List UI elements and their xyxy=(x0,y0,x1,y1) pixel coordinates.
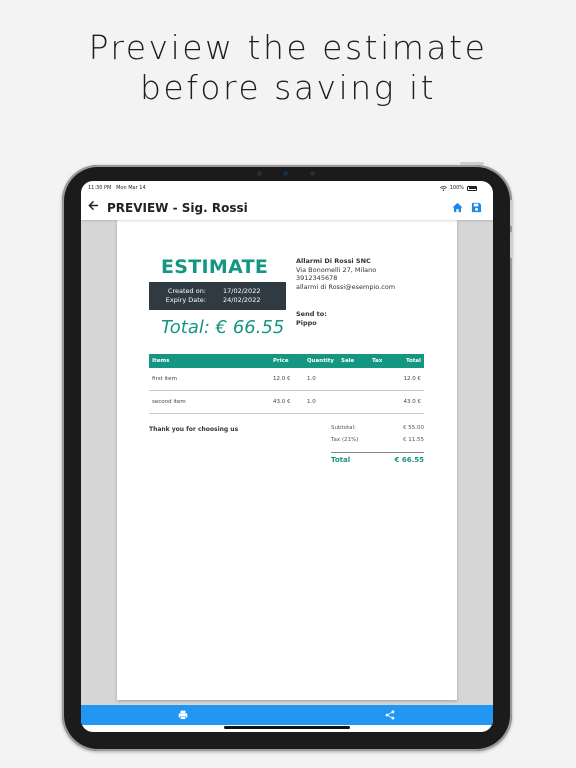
headline-line-2: before saving it xyxy=(139,68,437,107)
send-to: Send to: Pippo xyxy=(296,310,327,327)
row-price: 12.0 € xyxy=(273,376,291,382)
company-email: allarmi di Rossi@esempio.com xyxy=(296,282,396,291)
total-value: € 66.55 xyxy=(394,456,424,464)
status-time: 11:30 PM xyxy=(88,185,112,191)
sensor-icon xyxy=(257,171,262,176)
header-sale: Sale xyxy=(341,358,355,364)
battery-percent: 100% xyxy=(449,185,464,191)
subtotal-row: Subtotal: € 55.00 xyxy=(331,425,424,437)
estimate-document: ESTIMATE Created on: 17/02/2022 Expiry D… xyxy=(117,220,457,700)
sensor-icon xyxy=(310,171,315,176)
company-address: Via Bonomelli 27, Milano xyxy=(296,265,377,274)
tablet-screen: 11:30 PM Mon Mar 14 100% PREVIEW - Sig. … xyxy=(81,181,493,732)
page-title: PREVIEW - Sig. Rossi xyxy=(107,201,248,215)
volume-down-button xyxy=(510,232,513,258)
status-date: Mon Mar 14 xyxy=(116,185,146,191)
arrow-left-icon[interactable] xyxy=(88,200,99,211)
header-tax: Tax xyxy=(372,358,383,364)
send-to-label: Send to: xyxy=(296,310,327,318)
send-to-name: Pippo xyxy=(296,318,317,327)
row-price: 43.0 € xyxy=(273,399,291,405)
camera-icon xyxy=(283,171,288,176)
dates-box: Created on: 17/02/2022 Expiry Date: 24/0… xyxy=(149,282,286,310)
bottom-action-bar xyxy=(81,705,493,725)
status-bar: 11:30 PM Mon Mar 14 100% xyxy=(81,181,493,195)
total-label: Total xyxy=(331,456,351,464)
wifi-icon xyxy=(439,185,447,191)
items-table: Items Price Quantity Sale Tax Total firs… xyxy=(149,354,424,414)
document-title: ESTIMATE xyxy=(161,256,269,278)
headline: Preview the estimate before saving it xyxy=(0,28,576,108)
total-row: Total € 66.55 xyxy=(331,453,424,467)
tax-label: Tax (21%) xyxy=(331,437,359,443)
table-row: second item 43.0 € 1.0 43.0 € xyxy=(149,391,424,414)
header-total: Total xyxy=(405,358,421,364)
subtotal-value: € 55.00 xyxy=(403,425,424,431)
headline-line-1: Preview the estimate xyxy=(88,28,488,67)
header-items: Items xyxy=(152,358,170,364)
expiry-label: Expiry Date: xyxy=(165,296,206,304)
row-item: first item xyxy=(152,376,177,382)
floppy-disk-icon[interactable] xyxy=(471,202,482,213)
preview-area[interactable]: ESTIMATE Created on: 17/02/2022 Expiry D… xyxy=(81,220,493,705)
thank-you-note: Thank you for choosing us xyxy=(149,426,239,433)
row-quantity: 1.0 xyxy=(307,399,316,405)
company-name: Allarmi Di Rossi SNC xyxy=(296,257,371,265)
share-icon[interactable] xyxy=(385,710,395,720)
totals-summary: Subtotal: € 55.00 Tax (21%) € 11.55 Tota… xyxy=(331,425,424,467)
tax-value: € 11.55 xyxy=(403,437,424,443)
company-info: Allarmi Di Rossi SNC Via Bonomelli 27, M… xyxy=(296,257,395,291)
printer-icon[interactable] xyxy=(178,710,188,720)
expiry-value: 24/02/2022 xyxy=(223,296,261,304)
tax-row: Tax (21%) € 11.55 xyxy=(331,437,424,449)
table-header: Items Price Quantity Sale Tax Total xyxy=(149,354,424,368)
created-value: 17/02/2022 xyxy=(223,287,261,295)
row-quantity: 1.0 xyxy=(307,376,316,382)
home-indicator[interactable] xyxy=(224,726,350,729)
subtotal-label: Subtotal: xyxy=(331,425,356,431)
volume-up-button xyxy=(510,200,513,226)
table-row: first item 12.0 € 1.0 12.0 € xyxy=(149,368,424,391)
app-bar: PREVIEW - Sig. Rossi xyxy=(81,195,493,220)
row-item: second item xyxy=(152,399,186,405)
header-quantity: Quantity xyxy=(307,358,334,364)
home-icon[interactable] xyxy=(452,202,463,213)
created-label: Created on: xyxy=(167,287,206,295)
header-price: Price xyxy=(273,358,289,364)
row-total: 43.0 € xyxy=(403,399,422,405)
power-button xyxy=(460,162,484,165)
row-total: 12.0 € xyxy=(403,376,422,382)
total-headline: Total: € 66.55 xyxy=(161,317,285,338)
battery-icon xyxy=(467,185,477,191)
company-phone: 3912345678 xyxy=(296,274,338,282)
